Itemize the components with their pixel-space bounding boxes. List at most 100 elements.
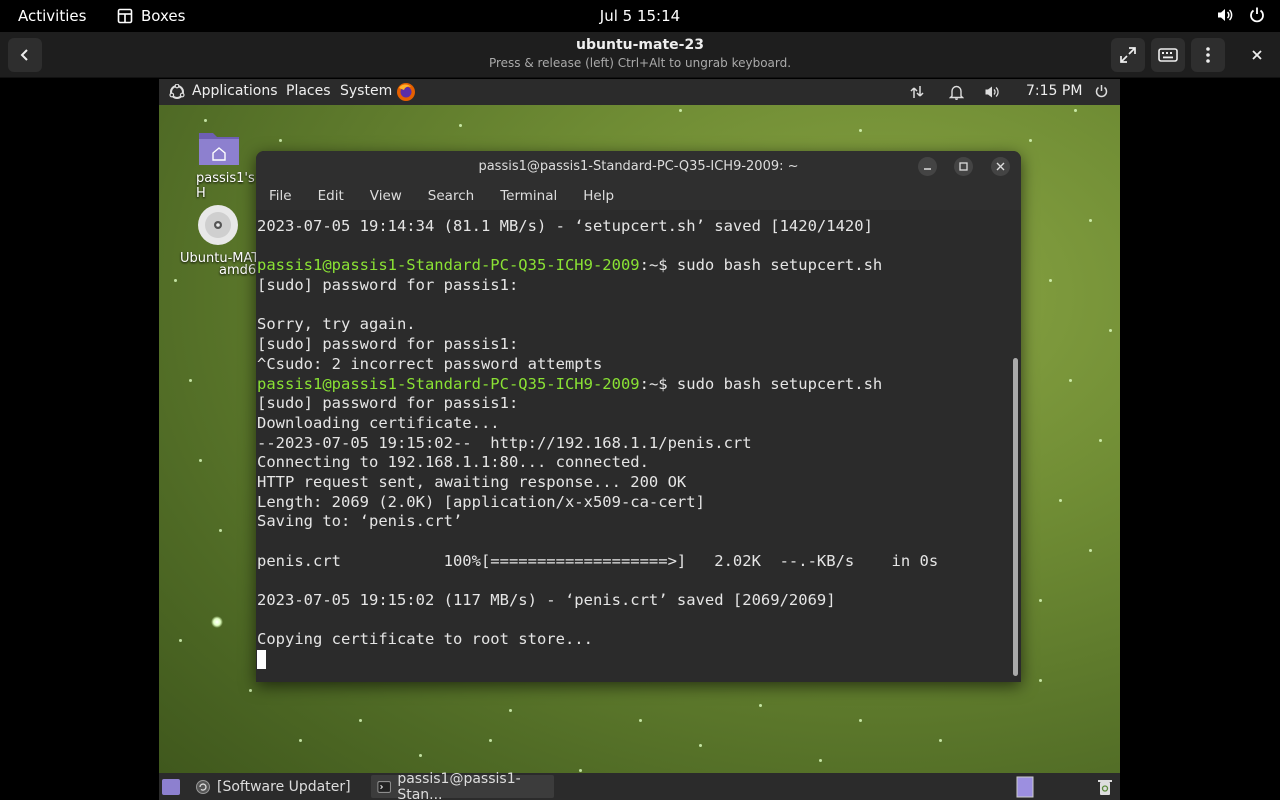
vm-display[interactable]: Applications Places System 7:15 PM passi… <box>159 79 1120 800</box>
mate-bottom-panel: [Software Updater] passis1@passis1-Stan.… <box>159 771 1120 800</box>
firefox-icon[interactable] <box>396 82 416 102</box>
terminal-text: 2023-07-05 19:14:34 (81.1 MB/s) - ‘setup… <box>256 210 1021 671</box>
star <box>699 744 702 747</box>
terminal-line: penis.crt 100%[===================>] 2.0… <box>257 552 1021 572</box>
line-text: :~$ sudo bash setupcert.sh <box>639 256 883 275</box>
maximize-icon <box>959 162 968 171</box>
star <box>679 109 682 112</box>
star <box>1089 549 1092 552</box>
app-menu-boxes[interactable]: Boxes <box>117 7 185 25</box>
ubuntu-mate-logo-icon[interactable] <box>169 84 185 100</box>
terminal-line: --2023-07-05 19:15:02-- http://192.168.1… <box>257 434 1021 454</box>
volume-icon <box>1218 9 1233 21</box>
terminal-title: passis1@passis1-Standard-PC-Q35-ICH9-200… <box>478 159 799 174</box>
star <box>939 739 942 742</box>
line-text: 2023-07-05 19:14:34 (81.1 MB/s) - ‘setup… <box>257 217 873 235</box>
close-icon <box>996 162 1005 171</box>
prompt-user-host: passis1@passis1-Standard-PC-Q35-ICH9-200… <box>257 256 640 275</box>
terminal-menu-edit[interactable]: Edit <box>312 188 350 204</box>
show-desktop-button[interactable] <box>161 775 181 798</box>
keyboard-icon <box>1158 48 1178 62</box>
line-text: HTTP request sent, awaiting response... … <box>257 472 687 491</box>
system-status-menu[interactable] <box>1216 6 1266 24</box>
network-icon[interactable] <box>909 84 925 100</box>
minimize-button[interactable] <box>918 157 937 176</box>
trash-button[interactable] <box>1097 775 1113 798</box>
line-text: Saving to: ‘penis.crt’ <box>257 512 463 531</box>
terminal-line: Length: 2069 (2.0K) [application/x-x509-… <box>257 493 1021 513</box>
star <box>279 139 282 142</box>
panel-clock[interactable]: 7:15 PM <box>1026 83 1082 99</box>
places-menu[interactable]: Places <box>286 83 331 99</box>
star <box>489 739 492 742</box>
boxes-header-bar: ubuntu-mate-23 Press & release (left) Ct… <box>0 32 1280 78</box>
star <box>859 129 862 132</box>
terminal-icon <box>377 780 391 793</box>
shutdown-icon[interactable] <box>1094 84 1109 99</box>
prompt-user-host: passis1@passis1-Standard-PC-Q35-ICH9-200… <box>257 374 640 393</box>
terminal-line: Copying certificate to root store... <box>257 630 1021 650</box>
home-folder-label: passis1's H <box>196 171 255 201</box>
keyboard-button[interactable] <box>1151 38 1185 72</box>
desktop-install-disc[interactable]: Ubuntu-MAT amd6 <box>173 203 263 278</box>
terminal-menu-terminal[interactable]: Terminal <box>494 188 563 204</box>
terminal-line: passis1@passis1-Standard-PC-Q35-ICH9-200… <box>257 375 1021 395</box>
task-software-updater[interactable]: [Software Updater] <box>189 775 357 798</box>
terminal-line: ^Csudo: 2 incorrect password attempts <box>257 355 1021 375</box>
window-close-button[interactable] <box>991 157 1010 176</box>
line-text: :~$ sudo bash setupcert.sh <box>639 374 883 393</box>
star <box>819 759 822 762</box>
star <box>1099 439 1102 442</box>
line-text: Copying certificate to root store... <box>257 630 593 649</box>
menu-button[interactable] <box>1191 38 1225 72</box>
task-label: passis1@passis1-Stan... <box>397 770 521 800</box>
fullscreen-button[interactable] <box>1111 38 1145 72</box>
close-icon <box>1252 50 1262 60</box>
mate-top-panel: Applications Places System 7:15 PM <box>159 79 1120 105</box>
terminal-output[interactable]: 2023-07-05 19:14:34 (81.1 MB/s) - ‘setup… <box>256 210 1021 682</box>
star <box>1089 219 1092 222</box>
home-folder-icon <box>199 133 239 165</box>
terminal-menu-help[interactable]: Help <box>577 188 620 204</box>
system-menu[interactable]: System <box>340 83 392 99</box>
terminal-line: 2023-07-05 19:14:34 (81.1 MB/s) - ‘setup… <box>257 217 1021 237</box>
boxes-icon <box>117 8 133 24</box>
terminal-line: [sudo] password for passis1: <box>257 394 1021 414</box>
star <box>1029 139 1032 142</box>
terminal-menu-file[interactable]: File <box>263 188 298 204</box>
star <box>174 279 177 282</box>
workspace-switcher[interactable] <box>1016 775 1034 798</box>
applications-menu[interactable]: Applications <box>192 83 278 99</box>
activities-button[interactable]: Activities <box>18 7 86 25</box>
back-button[interactable] <box>8 38 42 72</box>
terminal-window[interactable]: passis1@passis1-Standard-PC-Q35-ICH9-200… <box>256 151 1021 682</box>
terminal-menu-view[interactable]: View <box>364 188 408 204</box>
star <box>1039 599 1042 602</box>
star <box>1074 109 1077 112</box>
kebab-menu-icon <box>1206 47 1210 63</box>
task-terminal[interactable]: passis1@passis1-Stan... <box>371 771 554 800</box>
star <box>509 709 512 712</box>
date-time[interactable]: Jul 5 15:14 <box>600 7 680 25</box>
star <box>579 769 582 772</box>
terminal-titlebar[interactable]: passis1@passis1-Standard-PC-Q35-ICH9-200… <box>256 151 1021 182</box>
line-text: penis.crt 100%[===================>] 2.0… <box>257 551 939 570</box>
volume-icon[interactable] <box>984 84 1000 100</box>
line-text: Connecting to 192.168.1.1:80... connecte… <box>257 453 649 472</box>
app-menu-label: Boxes <box>141 7 186 25</box>
line-text: Downloading certificate... <box>257 413 500 432</box>
close-button[interactable] <box>1240 38 1274 72</box>
terminal-menu-search[interactable]: Search <box>422 188 480 204</box>
show-desktop-icon <box>162 778 180 795</box>
line-text: --2023-07-05 19:15:02-- http://192.168.1… <box>257 433 752 452</box>
star <box>1039 679 1042 682</box>
maximize-button[interactable] <box>954 157 973 176</box>
terminal-scrollbar[interactable] <box>1013 358 1018 676</box>
star <box>299 739 302 742</box>
notification-bell-icon[interactable] <box>949 84 964 100</box>
minimize-icon <box>924 168 931 170</box>
desktop-home-folder[interactable]: passis1's H <box>179 127 259 201</box>
line-text: [sudo] password for passis1: <box>257 394 519 413</box>
